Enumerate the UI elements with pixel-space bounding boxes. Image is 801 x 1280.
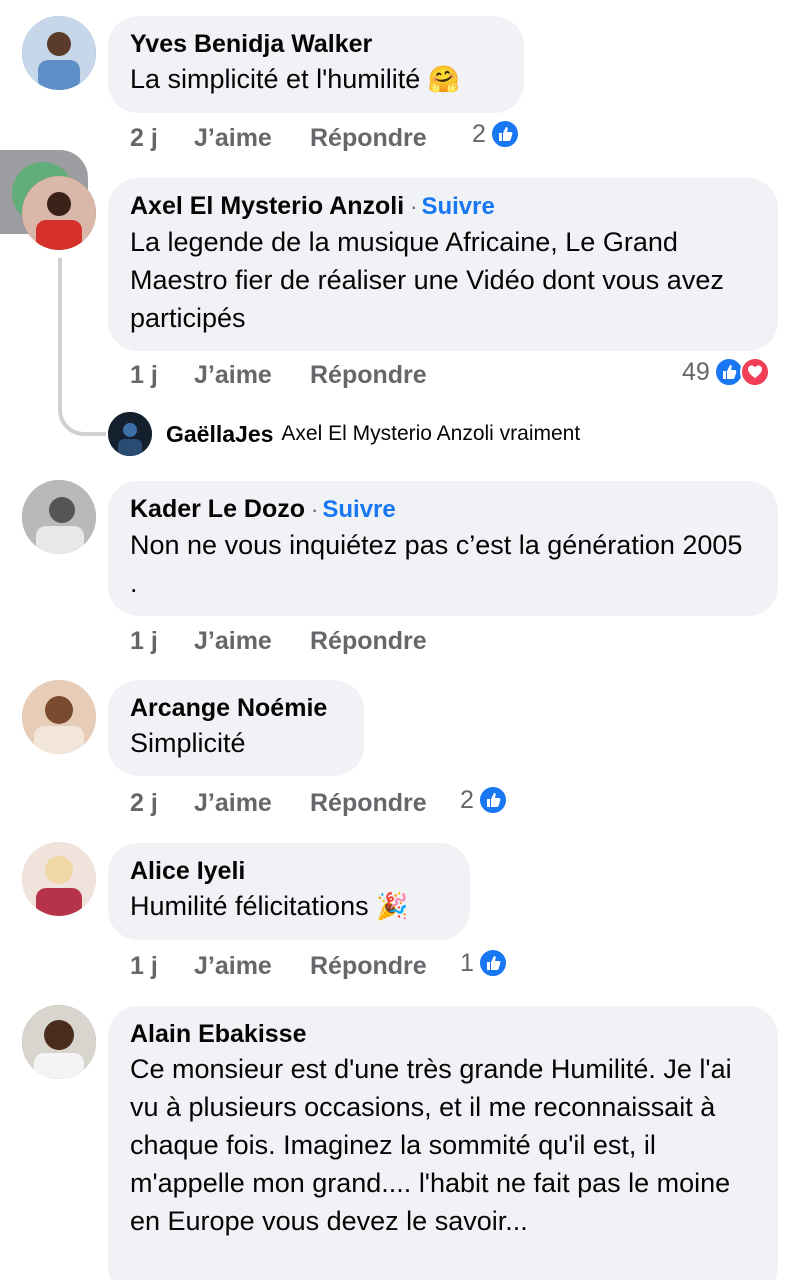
like-action[interactable]: J’aime	[194, 361, 272, 390]
reaction-summary[interactable]: 49	[682, 357, 770, 387]
comment-text: La legende de la musique Africaine, Le G…	[130, 227, 724, 333]
comment-author[interactable]: Alain Ebakisse	[130, 1018, 756, 1050]
like-action[interactable]: J’aime	[194, 124, 272, 153]
avatar[interactable]	[22, 480, 96, 554]
comment-time[interactable]: 1 j	[130, 627, 158, 656]
reaction-summary[interactable]: 2	[460, 785, 508, 815]
hugging-emoji-icon: 🤗	[427, 65, 461, 95]
reaction-count: 49	[682, 357, 710, 386]
party-popper-icon: 🎉	[376, 892, 409, 922]
reaction-summary[interactable]: 1	[460, 948, 508, 978]
separator-dot: ·	[410, 194, 418, 219]
comment-bubble: Alain Ebakisse Ce monsieur est d'une trè…	[108, 1006, 778, 1280]
reply-action[interactable]: Répondre	[310, 627, 427, 656]
comment-time[interactable]: 1 j	[130, 952, 158, 981]
avatar[interactable]	[22, 176, 96, 250]
comment-bubble: Arcange Noémie Simplicité	[108, 680, 364, 776]
reply-author[interactable]: GaëllaJes	[166, 421, 273, 448]
comment-time[interactable]: 2 j	[130, 789, 158, 818]
comment-bubble: Axel El Mysterio Anzoli · Suivre La legend…	[108, 178, 778, 351]
reaction-count: 2	[460, 785, 474, 814]
comment-time[interactable]: 2 j	[130, 124, 158, 153]
avatar[interactable]	[22, 680, 96, 754]
like-reaction-icon	[489, 119, 520, 149]
follow-button[interactable]: Suivre	[322, 496, 395, 523]
comment-author[interactable]: Arcange Noémie	[130, 692, 342, 724]
reply-preview[interactable]: GaëllaJes Axel El Mysterio Anzoli vraime…	[108, 412, 580, 456]
comment-bubble: Yves Benidja Walker La simplicité et l'h…	[108, 16, 524, 113]
like-reaction-icon	[477, 948, 508, 978]
comment-text: Non ne vous inquiétez pas c’est la génér…	[130, 530, 743, 598]
love-reaction-icon	[739, 357, 770, 387]
reaction-count: 2	[472, 119, 486, 148]
reaction-summary[interactable]: 2	[472, 119, 520, 149]
reply-action[interactable]: Répondre	[310, 124, 427, 153]
avatar[interactable]	[22, 1005, 96, 1079]
separator-dot: ·	[311, 497, 319, 522]
avatar[interactable]	[108, 412, 152, 456]
reply-action[interactable]: Répondre	[310, 361, 427, 390]
comment-bubble: Alice Iyeli Humilité félicitations 🎉	[108, 843, 470, 940]
comment-author[interactable]: Alice Iyeli	[130, 855, 448, 887]
comment-text: Simplicité	[130, 728, 246, 758]
comment-text: La simplicité et l'humilité 🤗	[130, 64, 461, 95]
follow-button[interactable]: Suivre	[421, 193, 494, 220]
comment-text: Humilité félicitations 🎉	[130, 891, 409, 922]
like-action[interactable]: J’aime	[194, 789, 272, 818]
avatar[interactable]	[22, 16, 96, 90]
reply-action[interactable]: Répondre	[310, 789, 427, 818]
avatar[interactable]	[22, 842, 96, 916]
like-action[interactable]: J’aime	[194, 952, 272, 981]
reply-thread-line	[58, 258, 106, 436]
like-reaction-icon	[477, 785, 508, 815]
reaction-count: 1	[460, 948, 474, 977]
comment-author[interactable]: Axel El Mysterio Anzoli · Suivre	[130, 190, 756, 223]
comment-bubble: Kader Le Dozo · Suivre Non ne vous inquiét…	[108, 481, 778, 616]
like-action[interactable]: J’aime	[194, 627, 272, 656]
comment-author[interactable]: Yves Benidja Walker	[130, 28, 502, 60]
comment-time[interactable]: 1 j	[130, 361, 158, 390]
reply-action[interactable]: Répondre	[310, 952, 427, 981]
reply-text: Axel El Mysterio Anzoli vraiment	[281, 422, 581, 445]
comment-author[interactable]: Kader Le Dozo · Suivre	[130, 493, 756, 526]
comment-text: Ce monsieur est d'une très grande Humili…	[130, 1054, 732, 1236]
